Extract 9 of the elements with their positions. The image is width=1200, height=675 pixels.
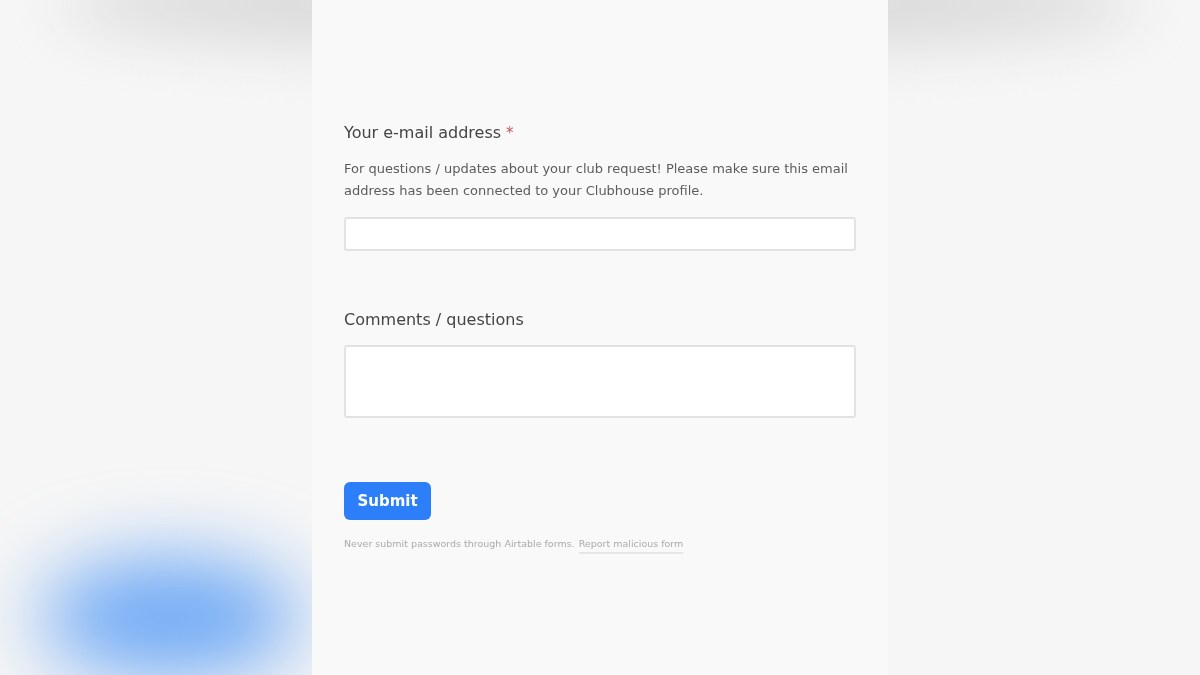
footer-notice: Never submit passwords through Airtable forms. (344, 538, 575, 551)
field-description: For questions / updates about your club request! Please make sure this email address has been connected to your Clubhouse profile. (344, 160, 849, 200)
field-label: Your e-mail address (344, 122, 502, 144)
input-field[interactable] (344, 217, 856, 251)
field-label: Comments / questions (344, 309, 524, 331)
text-area[interactable] (344, 345, 856, 418)
required-mark: * (506, 124, 514, 142)
submit-button[interactable]: Submit (344, 482, 431, 520)
report-link[interactable]: Report malicious form (578, 538, 684, 554)
